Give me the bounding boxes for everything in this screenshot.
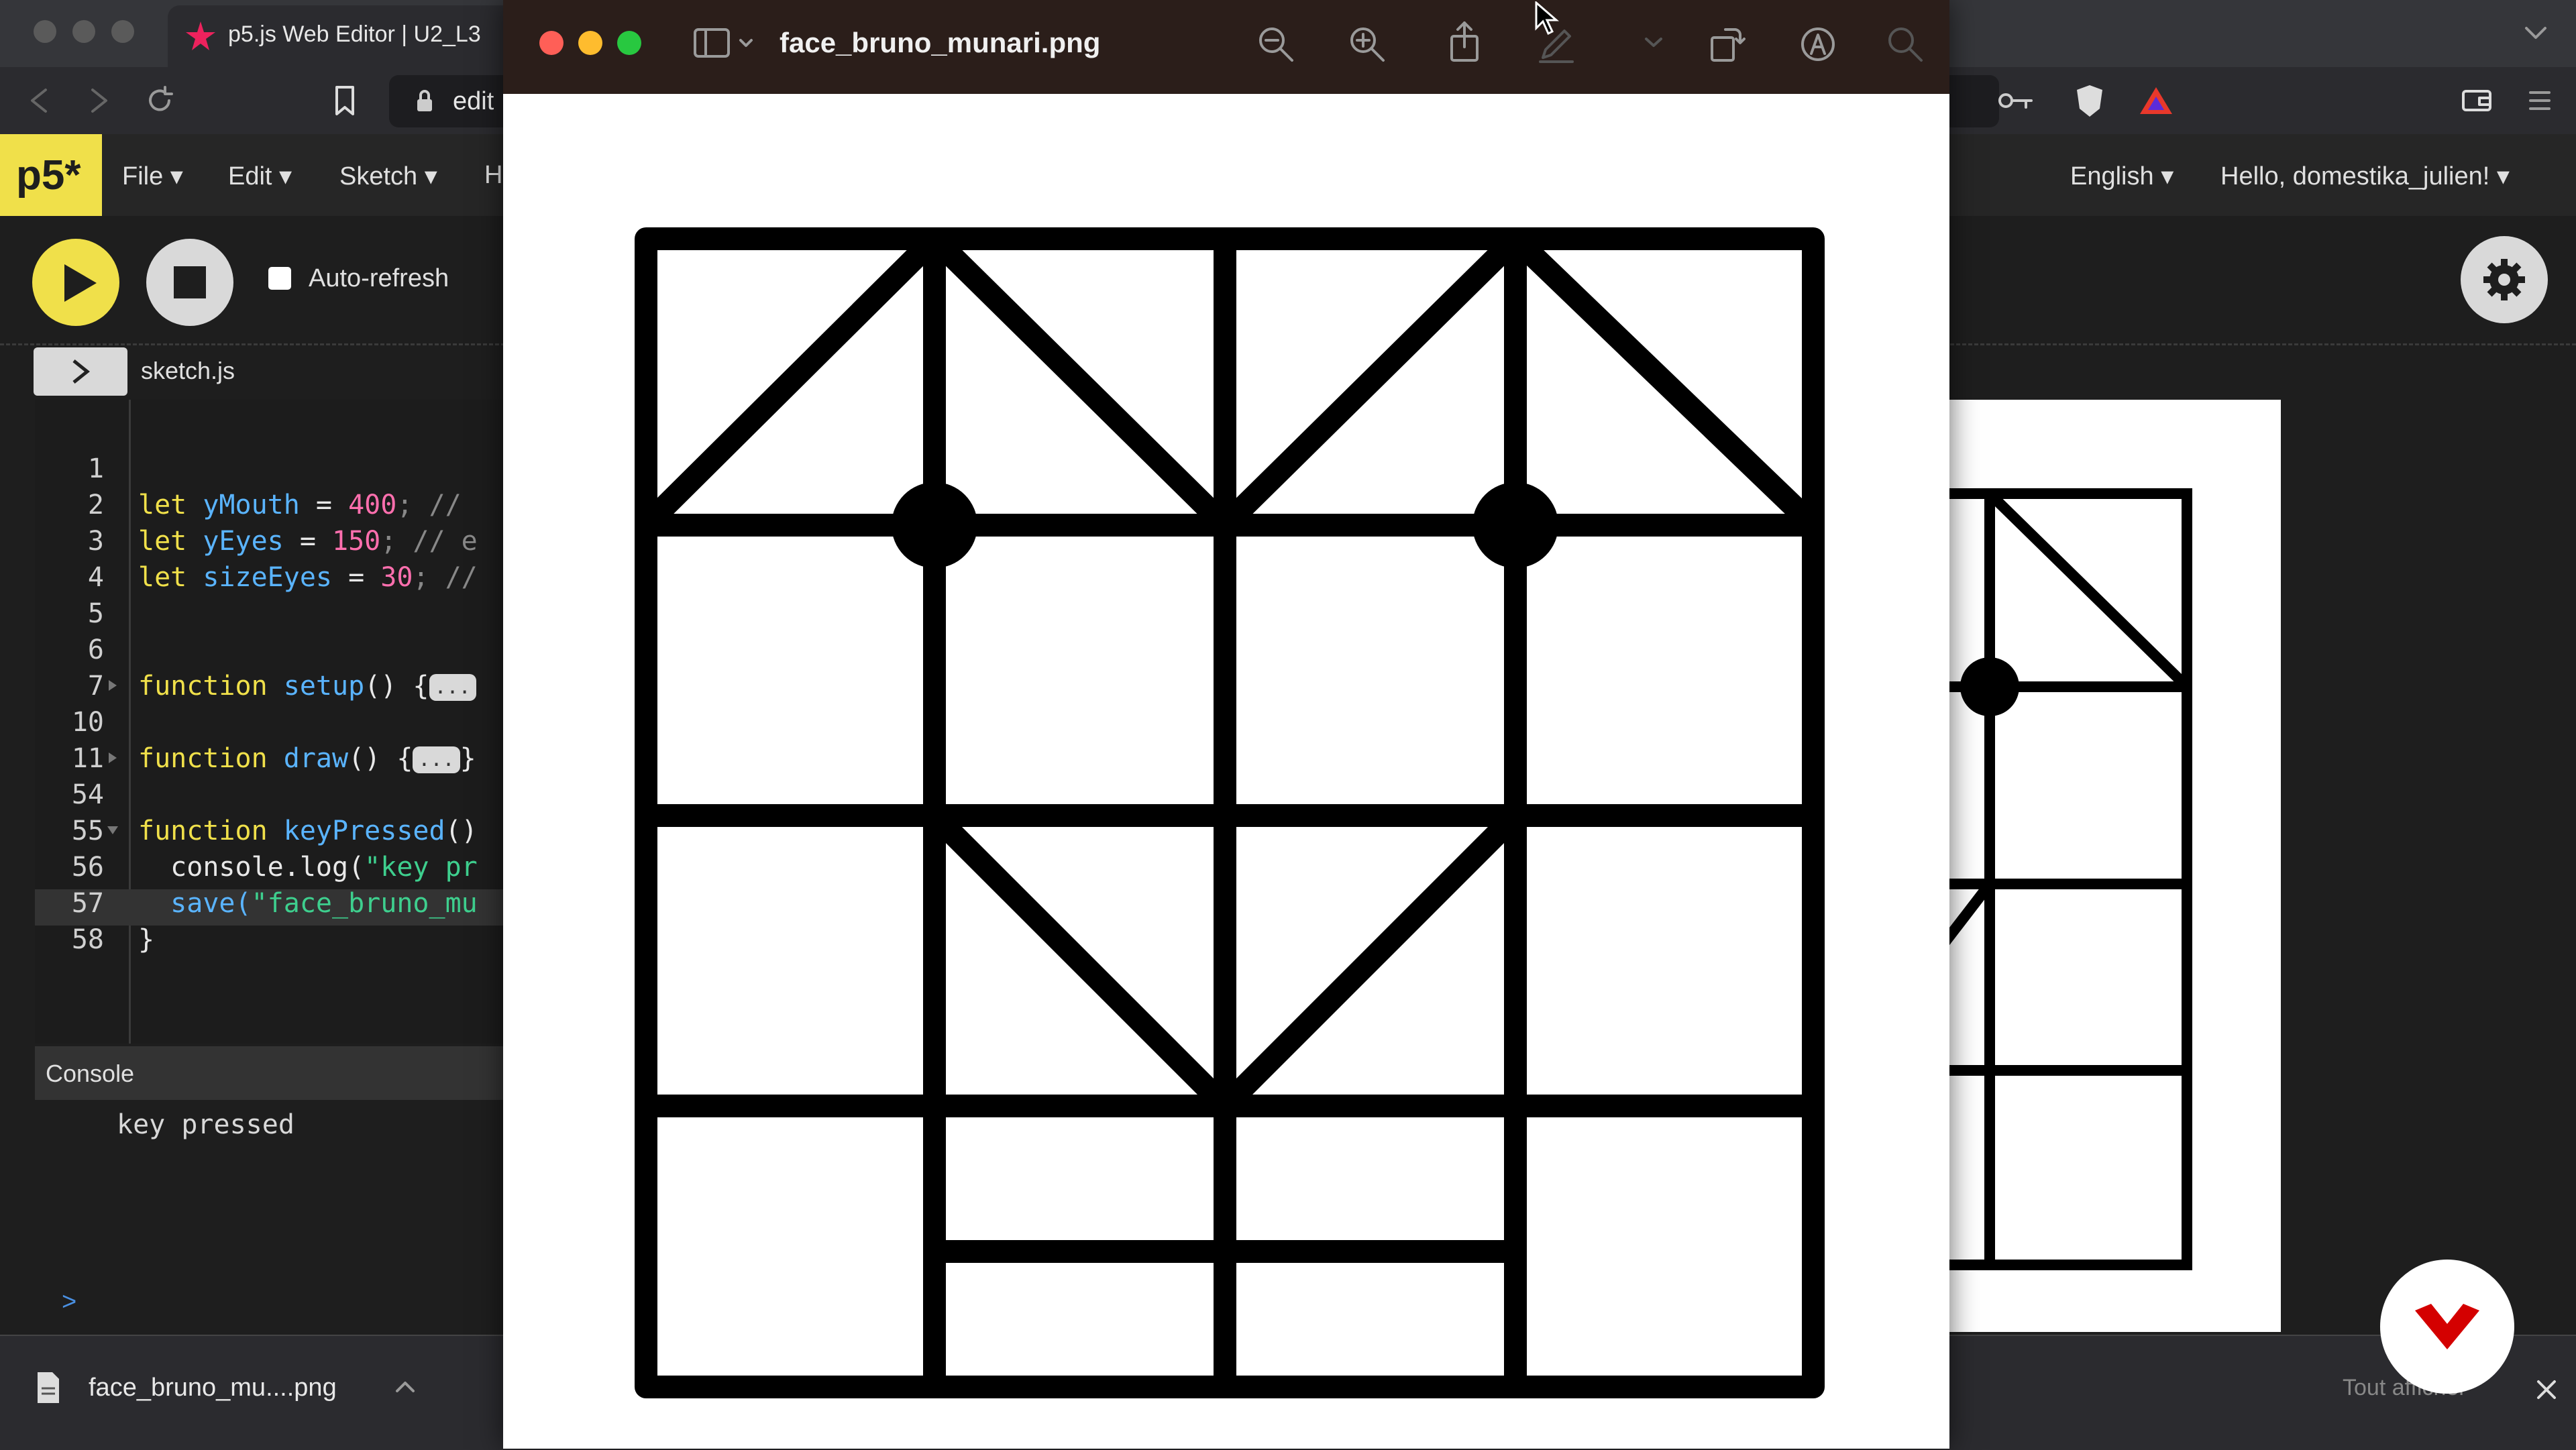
stop-icon (174, 266, 206, 298)
viewer-image (635, 227, 1825, 1398)
menu-help[interactable]: H (484, 161, 502, 190)
line-number: 1 (87, 453, 104, 484)
auto-refresh-label: Auto-refresh (309, 264, 449, 292)
language-select[interactable]: English ▾ (2070, 161, 2174, 191)
fold-arrow-icon[interactable] (106, 824, 119, 837)
code-line: let yEyes = 150; // e (138, 526, 478, 557)
menu-sketch[interactable]: Sketch ▾ (339, 161, 437, 191)
bookmark-icon[interactable] (331, 85, 358, 117)
share-icon[interactable] (1448, 20, 1481, 63)
sketch-canvas (1913, 488, 2192, 1270)
play-icon (64, 264, 97, 302)
auto-refresh-checkbox[interactable] (268, 267, 291, 290)
markup-dropdown-chevron-icon[interactable] (1644, 35, 1664, 51)
line-number: 10 (71, 707, 104, 738)
line-number: 7 (87, 671, 104, 702)
tab-list-chevron-icon[interactable] (2522, 21, 2549, 46)
line-number: 56 (71, 852, 104, 883)
code-line: let sizeEyes = 30; // (138, 562, 478, 593)
menu-edit[interactable]: Edit ▾ (228, 161, 292, 191)
console-header[interactable]: Console (35, 1046, 504, 1100)
line-number: 4 (87, 562, 104, 593)
p5-logo[interactable]: p5* (0, 134, 102, 216)
gear-icon (2483, 259, 2525, 300)
fold-arrow-icon[interactable] (106, 679, 119, 692)
console-output: key pressed (117, 1109, 294, 1140)
image-viewer-window (503, 0, 1949, 1449)
mouse-cursor-icon (1535, 1, 1560, 36)
sketch-preview (1913, 400, 2281, 1332)
console-title: Console (46, 1060, 135, 1087)
line-number: 11 (71, 743, 104, 774)
key-icon[interactable] (1996, 87, 2037, 114)
left-eye (892, 482, 977, 568)
lock-icon (417, 90, 432, 111)
file-tab-name[interactable]: sketch.js (141, 357, 235, 385)
right-eye (1472, 482, 1558, 568)
markup-toolbar-icon[interactable] (1798, 24, 1838, 64)
code-line: function draw() {...} (138, 743, 476, 774)
close-icon[interactable] (2536, 1379, 2557, 1400)
wallet-icon[interactable] (2461, 87, 2494, 114)
line-number: 6 (87, 634, 104, 665)
code-line: console.log("key pr (138, 852, 478, 883)
line-number: 2 (87, 490, 104, 520)
url-text: edit (453, 87, 494, 115)
back-icon[interactable] (24, 86, 54, 115)
line-number: 55 (71, 816, 104, 846)
window-minimize-dim[interactable] (72, 20, 95, 43)
chevron-up-icon[interactable] (393, 1376, 417, 1396)
fold-marker[interactable]: ... (413, 746, 460, 773)
menu-file[interactable]: File ▾ (122, 161, 183, 191)
play-button[interactable] (32, 239, 119, 326)
p5-favicon-icon (186, 21, 215, 50)
viewer-title: face_bruno_munari.png (780, 27, 1101, 58)
settings-button[interactable] (2461, 236, 2548, 323)
code-line: function keyPressed() (138, 816, 478, 846)
stop-button[interactable] (146, 239, 233, 326)
line-number: 5 (87, 598, 104, 629)
domestika-logo-icon (2415, 1304, 2479, 1349)
code-line: } (138, 924, 155, 955)
fold-arrow-icon[interactable] (106, 751, 119, 765)
console-panel: key pressed > (35, 1100, 504, 1331)
brave-rewards-icon[interactable] (2137, 85, 2175, 117)
sidebar-toggle-icon[interactable] (692, 27, 759, 60)
browser-menu-icon[interactable] (2526, 87, 2553, 114)
window-zoom-dim[interactable] (111, 20, 134, 43)
viewer-zoom-button[interactable] (617, 31, 641, 55)
rotate-icon[interactable] (1707, 24, 1747, 64)
brave-shield-icon[interactable] (2073, 83, 2106, 119)
line-number: 3 (87, 526, 104, 557)
tab-title: p5.js Web Editor | U2_L3 (228, 21, 481, 47)
line-number: 54 (71, 779, 104, 810)
zoom-in-icon[interactable] (1347, 24, 1387, 64)
line-number: 57 (71, 888, 104, 919)
domestika-badge[interactable] (2380, 1260, 2514, 1394)
console-prompt[interactable]: > (62, 1288, 76, 1317)
code-line: let yMouth = 400; // (138, 490, 462, 520)
forward-icon[interactable] (85, 86, 114, 115)
viewer-minimize-button[interactable] (578, 31, 602, 55)
search-icon[interactable] (1885, 24, 1925, 64)
reload-icon[interactable] (145, 86, 174, 115)
user-menu[interactable]: Hello, domestika_julien! ▾ (2220, 161, 2510, 191)
viewer-title-bar: face_bruno_munari.png (503, 0, 1949, 94)
fold-marker[interactable]: ... (429, 674, 476, 701)
code-line: save("face_bruno_mu (138, 888, 478, 919)
chevron-right-icon (72, 359, 91, 384)
download-file-name[interactable]: face_bruno_mu....png (89, 1374, 337, 1402)
viewer-close-button[interactable] (539, 31, 564, 55)
line-number: 58 (71, 924, 104, 955)
code-line: function setup() {... (138, 671, 476, 702)
window-close-dim[interactable] (34, 20, 56, 43)
file-icon (38, 1372, 59, 1403)
sidebar-toggle-button[interactable] (34, 347, 127, 396)
browser-tab[interactable]: p5.js Web Editor | U2_L3 (168, 5, 517, 67)
zoom-out-icon[interactable] (1256, 24, 1296, 64)
